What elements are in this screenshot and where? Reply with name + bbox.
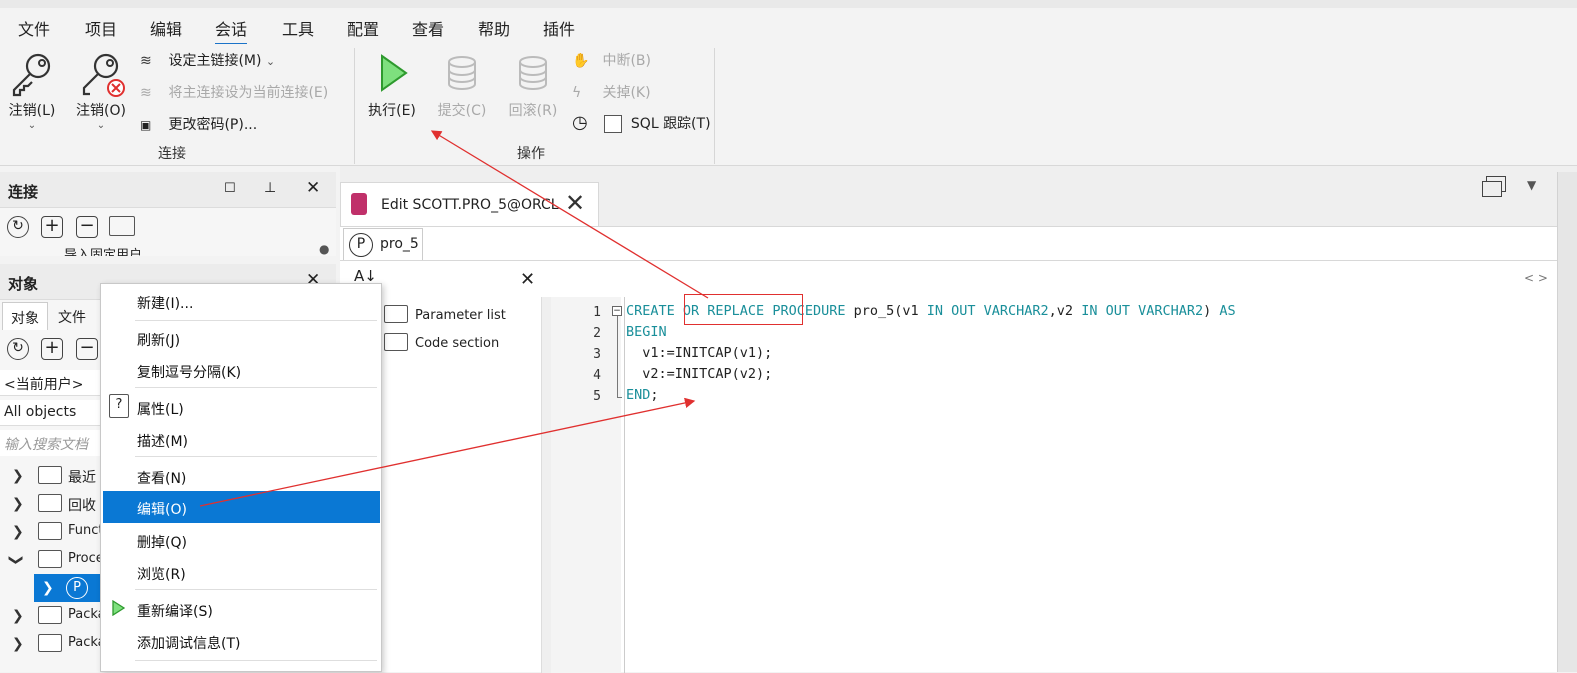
annotation-arrow-edit	[199, 397, 696, 507]
annotation-arrows	[199, 130, 709, 507]
annotation-arrow-execute	[430, 130, 709, 299]
